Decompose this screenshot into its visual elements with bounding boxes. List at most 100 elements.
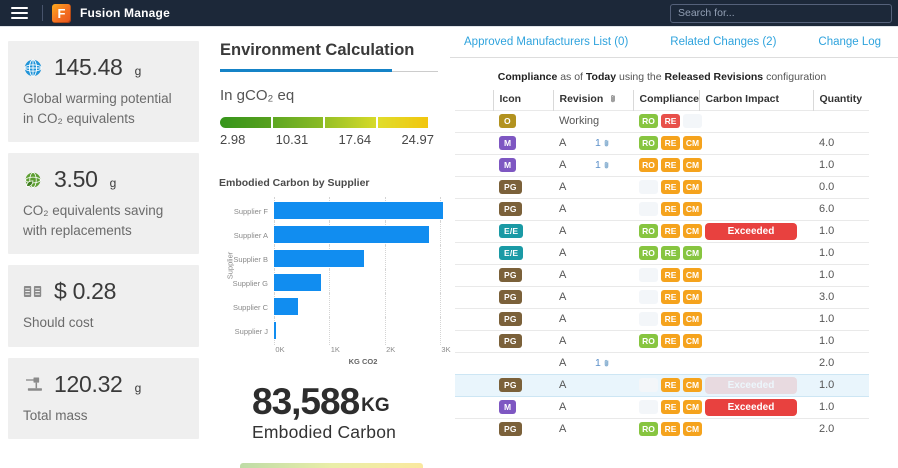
table-row[interactable]: PGARORECM1.0 (455, 330, 869, 352)
table-row[interactable]: PGARECM0.0 (455, 176, 869, 198)
bar (274, 250, 364, 267)
table-row[interactable]: OWorkingRORE (455, 110, 869, 132)
carbon-impact-cell (699, 198, 813, 220)
carbon-impact-cell (699, 330, 813, 352)
compliance-cell (633, 352, 699, 374)
compliance-cell: RORECM (633, 132, 699, 154)
attachment-link[interactable]: 1 (595, 357, 611, 369)
paperclip-icon (602, 358, 611, 369)
row-spacer-cell (455, 308, 493, 330)
compliance-cell: RECM (633, 264, 699, 286)
quantity-cell: 4.0 (813, 132, 869, 154)
compliance-chip: RE (661, 114, 680, 128)
compliance-cell: RORECM (633, 418, 699, 440)
environment-panel: Environment Calculation In gCO₂ eq 2.981… (207, 27, 450, 468)
quantity-cell: 1.0 (813, 374, 869, 396)
revision-cell: A (553, 176, 633, 198)
revision-value: A (559, 181, 595, 193)
x-tick-label: 0K (275, 345, 284, 354)
quantity-cell: 1.0 (813, 396, 869, 418)
revision-cell: A (553, 242, 633, 264)
exceeded-badge-faded: Exceeded (705, 377, 797, 394)
metric-card: 120.32gTotal mass (8, 358, 199, 440)
x-axis-label: KG CO2 (280, 357, 446, 366)
icon-cell: E/E (493, 242, 553, 264)
table-row[interactable]: PGARECM1.0 (455, 264, 869, 286)
metric-value: 120.32 (54, 371, 123, 398)
total-unit: KG (361, 395, 390, 417)
table-row[interactable]: PGARECM3.0 (455, 286, 869, 308)
compliance-note: Compliance as of Today using the Release… (450, 71, 874, 83)
table-row[interactable]: E/EARORECMExceeded1.0 (455, 220, 869, 242)
bar-category-label: Supplier A (232, 231, 274, 240)
carbon-impact-cell (699, 308, 813, 330)
table-row[interactable]: PGARORECM2.0 (455, 418, 869, 440)
table-row[interactable]: MA1RORECM1.0 (455, 154, 869, 176)
revision-value: A (559, 269, 595, 281)
table-row[interactable]: PGARECMExceeded1.0 (455, 374, 869, 396)
icon-cell: PG (493, 330, 553, 352)
table-row[interactable]: PGARECM6.0 (455, 198, 869, 220)
scale-segment (273, 117, 324, 128)
app-title: Fusion Manage (80, 6, 170, 20)
compliance-chip: CM (683, 268, 702, 282)
table-row[interactable]: PGARECM1.0 (455, 308, 869, 330)
attachment-link[interactable]: 1 (595, 159, 611, 171)
item-type-badge: PG (499, 180, 522, 194)
scale-segment (378, 117, 429, 128)
icon-cell: PG (493, 176, 553, 198)
compliance-chip: RO (639, 422, 658, 436)
table-row[interactable]: MARECMExceeded1.0 (455, 396, 869, 418)
revision-cell: A (553, 286, 633, 308)
table-row[interactable]: E/EARORECM1.0 (455, 242, 869, 264)
revision-cell: A1 (553, 154, 633, 176)
item-type-badge: PG (499, 312, 522, 326)
quantity-cell: 1.0 (813, 308, 869, 330)
compliance-chip: RO (639, 224, 658, 238)
embodied-carbon-total: 83,588 KG Embodied Carbon (252, 383, 450, 443)
menu-icon[interactable] (2, 0, 36, 27)
title-underline (220, 69, 438, 72)
compliance-chip (639, 268, 658, 282)
quantity-cell: 3.0 (813, 286, 869, 308)
banknotes-icon (22, 284, 44, 299)
search-input[interactable] (670, 4, 892, 23)
scale-segment (220, 117, 271, 128)
compliance-chip: RE (661, 246, 680, 260)
tab-related-changes-2[interactable]: Related Changes (2) (670, 36, 776, 48)
compliance-chip: CM (683, 180, 702, 194)
tab-change-log[interactable]: Change Log (818, 36, 881, 48)
revision-value: A (559, 159, 595, 171)
note-text: Today (586, 71, 616, 83)
bar (274, 274, 321, 291)
icon-cell: E/E (493, 220, 553, 242)
paperclip-icon (602, 138, 611, 149)
quantity-cell: 1.0 (813, 220, 869, 242)
revision-value: A (559, 247, 595, 259)
bar-row: Supplier B (232, 247, 450, 271)
quantity-cell (813, 110, 869, 132)
metric-value: 145.48 (54, 54, 123, 81)
compliance-chip (639, 290, 658, 304)
table-row[interactable]: A12.0 (455, 352, 869, 374)
carbon-impact-cell (699, 242, 813, 264)
attachment-link[interactable]: 1 (595, 137, 611, 149)
compliance-chip: RE (661, 224, 680, 238)
note-text: as of (557, 71, 586, 83)
compliance-chip: RO (639, 334, 658, 348)
table-row[interactable]: MA1RORECM4.0 (455, 132, 869, 154)
compliance-chip: CM (683, 202, 702, 216)
x-tick-label: 1K (331, 345, 340, 354)
row-spacer-cell (455, 154, 493, 176)
icon-cell: PG (493, 264, 553, 286)
compliance-chip: RE (661, 202, 680, 216)
tab-approved-manufacturers-list-0[interactable]: Approved Manufacturers List (0) (464, 36, 628, 48)
metric-unit: g (135, 64, 142, 81)
compliance-chip: RE (661, 312, 680, 326)
icon-cell: PG (493, 286, 553, 308)
note-text: Compliance (498, 71, 558, 83)
x-axis: 0K1K2K3K (280, 345, 446, 355)
header-spacer (455, 90, 493, 110)
metric-label: Total mass (22, 406, 185, 426)
environment-unit-label: In gCO₂ eq (220, 87, 450, 104)
